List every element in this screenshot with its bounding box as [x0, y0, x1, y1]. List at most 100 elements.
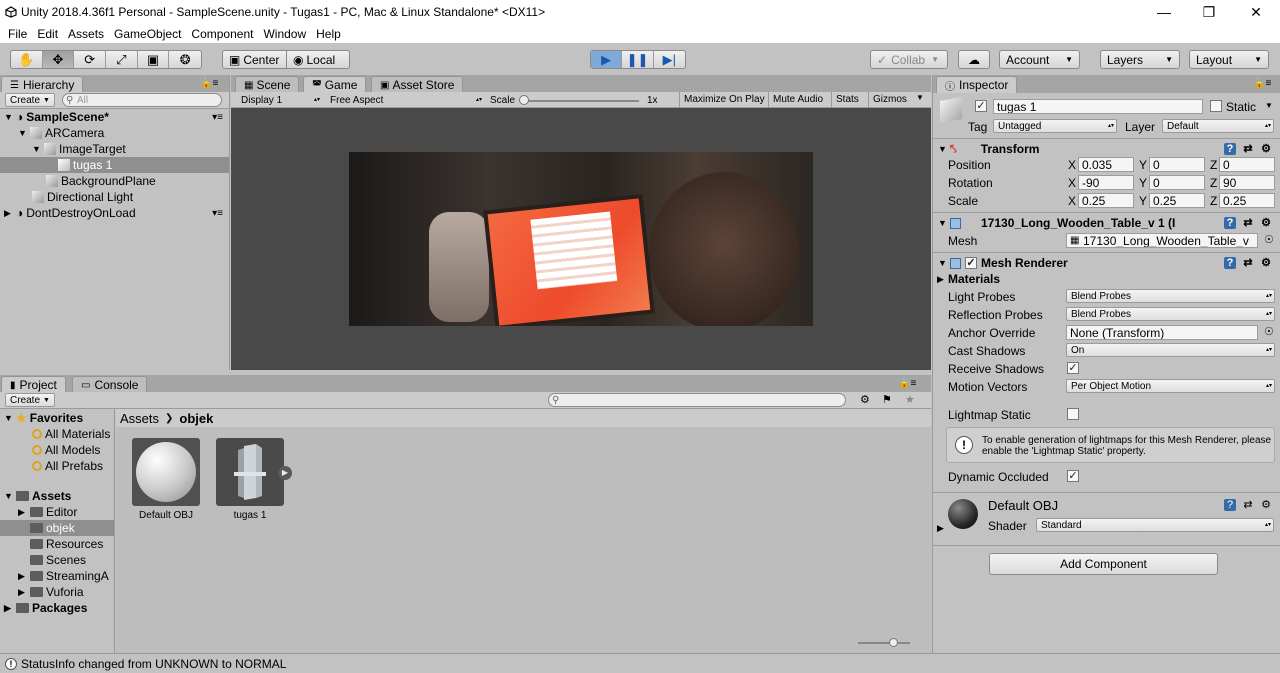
- active-checkbox[interactable]: ✓: [975, 100, 987, 112]
- chevron-down-icon[interactable]: ▼: [1265, 101, 1273, 110]
- collab-button[interactable]: ✓ Collab ▼: [870, 50, 948, 69]
- filter-by-type-icon[interactable]: ⚙: [860, 393, 870, 406]
- hierarchy-create-button[interactable]: Create ▼: [5, 93, 55, 107]
- object-picker-icon[interactable]: ☉: [1264, 233, 1274, 246]
- lock-icon[interactable]: 🔒≡: [1253, 78, 1271, 89]
- hand-tool-icon[interactable]: ✋: [11, 51, 43, 68]
- hierarchy-item-arcamera[interactable]: ▼ ARCamera: [0, 125, 229, 141]
- tab-asset-store[interactable]: ▣ Asset Store: [371, 76, 464, 93]
- gear-icon[interactable]: ⚙: [1260, 143, 1272, 155]
- materials-label[interactable]: Materials: [948, 272, 1000, 286]
- lightmap-static-checkbox[interactable]: [1067, 408, 1079, 420]
- pivot-local-button[interactable]: ◉ Local: [286, 50, 350, 69]
- chevron-down-icon[interactable]: ▼: [32, 144, 41, 154]
- chevron-down-icon[interactable]: ▼: [4, 413, 13, 423]
- menu-edit[interactable]: Edit: [37, 27, 58, 41]
- layers-dropdown[interactable]: Layers ▼: [1100, 50, 1180, 69]
- mute-audio-toggle[interactable]: Mute Audio: [768, 92, 827, 108]
- cast-shadows-dropdown[interactable]: On: [1066, 343, 1275, 357]
- rotate-tool-icon[interactable]: ⟳: [74, 51, 107, 68]
- transform-header[interactable]: ▼ ⤣ Transform ? ⇄ ⚙: [933, 139, 1280, 159]
- menu-icon[interactable]: ▾≡: [212, 208, 223, 219]
- scale-slider-thumb[interactable]: [519, 95, 529, 105]
- hierarchy-search-input[interactable]: ⚲ All: [62, 93, 222, 107]
- chevron-down-icon[interactable]: ▼: [4, 491, 13, 501]
- presets-icon[interactable]: ⇄: [1242, 143, 1254, 155]
- packages-folder[interactable]: ▶ Packages: [0, 600, 114, 616]
- help-icon[interactable]: ?: [1224, 143, 1236, 155]
- presets-icon[interactable]: ⇄: [1242, 217, 1254, 229]
- menu-assets[interactable]: Assets: [68, 27, 104, 41]
- folder-resources[interactable]: Resources: [0, 536, 114, 552]
- receive-shadows-checkbox[interactable]: ✓: [1067, 362, 1079, 374]
- scale-z-field[interactable]: 0.25: [1219, 193, 1275, 208]
- static-checkbox[interactable]: [1210, 100, 1222, 112]
- minimize-button[interactable]: —: [1141, 0, 1187, 24]
- object-name-field[interactable]: tugas 1: [993, 99, 1203, 114]
- lock-icon[interactable]: 🔒≡: [200, 78, 218, 89]
- folder-vuforia[interactable]: ▶ Vuforia: [0, 584, 114, 600]
- gear-icon[interactable]: ⚙: [1260, 217, 1272, 229]
- breadcrumb-assets[interactable]: Assets: [120, 411, 159, 426]
- chevron-down-icon[interactable]: ▼: [938, 144, 947, 154]
- position-y-field[interactable]: 0: [1149, 157, 1205, 172]
- hierarchy-item-tugas1[interactable]: tugas 1: [0, 157, 229, 173]
- breadcrumb-objek[interactable]: objek: [179, 411, 213, 426]
- project-create-button[interactable]: Create ▼: [5, 393, 55, 407]
- chevron-right-icon[interactable]: ▶: [4, 603, 13, 614]
- scale-slider[interactable]: [521, 100, 639, 102]
- help-icon[interactable]: ?: [1224, 217, 1236, 229]
- chevron-right-icon[interactable]: ▶: [937, 523, 944, 534]
- mesh-field[interactable]: ▦ 17130_Long_Wooden_Table_v: [1066, 233, 1258, 248]
- tab-console[interactable]: ▭ Console: [72, 376, 148, 393]
- folder-streamingassets[interactable]: ▶ StreamingA: [0, 568, 114, 584]
- favorite-star-icon[interactable]: ★: [905, 393, 915, 406]
- tab-game[interactable]: ◚ Game: [303, 76, 367, 93]
- meshfilter-header[interactable]: ▼ 17130_Long_Wooden_Table_v 1 (I ? ⇄ ⚙: [933, 213, 1280, 233]
- scale-x-field[interactable]: 0.25: [1078, 193, 1134, 208]
- add-component-button[interactable]: Add Component: [989, 553, 1218, 575]
- close-button[interactable]: ✕: [1233, 0, 1279, 24]
- favorite-all-prefabs[interactable]: All Prefabs: [0, 458, 114, 474]
- chevron-right-icon[interactable]: ▶: [18, 507, 27, 518]
- renderer-enabled-checkbox[interactable]: ✓: [965, 257, 977, 269]
- help-icon[interactable]: ?: [1224, 499, 1236, 511]
- folder-objek[interactable]: objek: [0, 520, 114, 536]
- maximize-on-play-toggle[interactable]: Maximize On Play: [679, 92, 769, 108]
- hierarchy-item-imagetarget[interactable]: ▼ ImageTarget: [0, 141, 229, 157]
- tab-inspector[interactable]: ⓘ Inspector: [936, 76, 1018, 93]
- presets-icon[interactable]: ⇄: [1242, 257, 1254, 269]
- chevron-down-icon[interactable]: ▼: [4, 112, 13, 122]
- menu-gameobject[interactable]: GameObject: [114, 27, 181, 41]
- menu-icon[interactable]: ▾≡: [212, 112, 223, 123]
- tag-dropdown[interactable]: Untagged: [993, 119, 1117, 133]
- menu-component[interactable]: Component: [191, 27, 253, 41]
- reflection-probes-dropdown[interactable]: Blend Probes: [1066, 307, 1275, 321]
- scale-tool-icon[interactable]: ⤢: [106, 51, 138, 68]
- chevron-right-icon[interactable]: ▶: [18, 587, 27, 598]
- game-view-camera-feed[interactable]: [349, 152, 813, 326]
- hierarchy-item-backgroundplane[interactable]: BackgroundPlane: [0, 173, 229, 189]
- favorite-all-models[interactable]: All Models: [0, 442, 114, 458]
- cloud-button[interactable]: ☁: [958, 50, 990, 69]
- chevron-right-icon[interactable]: ▶: [937, 274, 944, 285]
- rect-tool-icon[interactable]: ▣: [138, 51, 170, 68]
- favorites-header[interactable]: ▼ ★ Favorites: [0, 410, 114, 426]
- step-icon[interactable]: ▶|: [654, 51, 685, 68]
- scale-y-field[interactable]: 0.25: [1149, 193, 1205, 208]
- lock-icon[interactable]: 🔒≡: [898, 378, 916, 389]
- filter-by-label-icon[interactable]: ⚑: [882, 393, 892, 406]
- hierarchy-item-dontdestroyonload[interactable]: ▶ ◑ DontDestroyOnLoad ▾≡: [0, 205, 229, 221]
- chevron-right-icon[interactable]: ▶: [4, 208, 13, 219]
- object-picker-icon[interactable]: ☉: [1264, 325, 1274, 338]
- tab-scene[interactable]: ▦ Scene: [235, 76, 300, 93]
- gear-icon[interactable]: ⚙: [1260, 257, 1272, 269]
- chevron-down-icon[interactable]: ▼: [938, 258, 947, 268]
- asset-tugas1[interactable]: [216, 438, 284, 506]
- pause-icon[interactable]: ❚❚: [622, 51, 654, 68]
- aspect-dropdown[interactable]: Free Aspect: [326, 93, 484, 107]
- chevron-down-icon[interactable]: ▼: [938, 218, 947, 228]
- asset-default-obj[interactable]: [132, 438, 200, 506]
- transform-tool-icon[interactable]: ❂: [169, 51, 201, 68]
- motion-vectors-dropdown[interactable]: Per Object Motion: [1066, 379, 1275, 393]
